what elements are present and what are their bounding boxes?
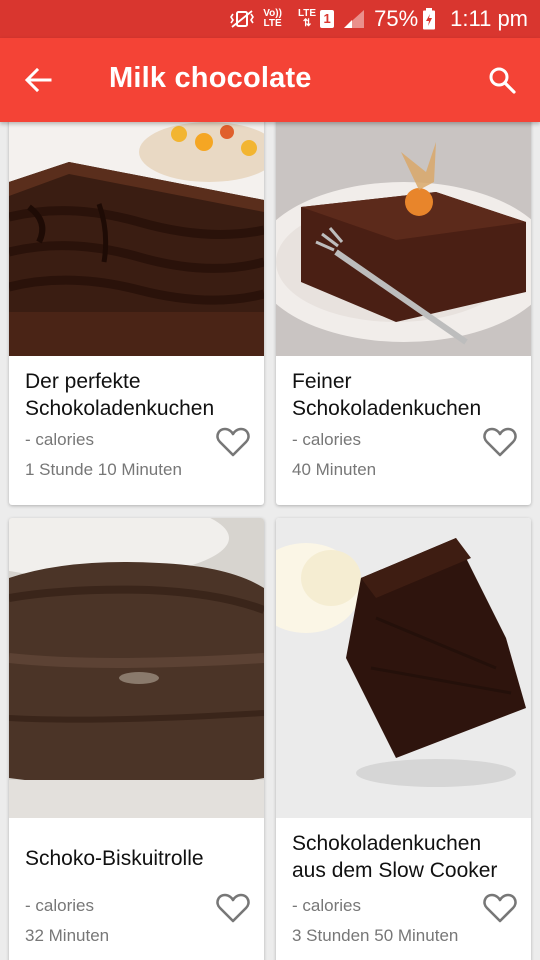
recipe-time: 40 Minuten: [292, 460, 377, 479]
recipe-card[interactable]: Feiner Schokoladenkuchen - calories 40 M…: [276, 122, 531, 505]
signal-icon: [342, 9, 366, 29]
recipe-calories: - calories: [292, 430, 361, 449]
recipe-card[interactable]: Der perfekte Schokoladenkuchen - calorie…: [9, 122, 264, 505]
favorite-heart-icon[interactable]: [216, 892, 250, 924]
recipe-title: Schoko-Biskuitrolle: [25, 847, 204, 870]
favorite-heart-icon[interactable]: [483, 892, 517, 924]
recipe-card[interactable]: Schokoladenkuchen aus dem Slow Cooker - …: [276, 518, 531, 960]
recipe-calories: - calories: [25, 896, 94, 915]
page-title: Milk chocolate: [109, 62, 312, 94]
volte-indicator: Vo)) LTE: [263, 8, 282, 29]
recipe-title: Der perfekte Schokoladenkuchen: [25, 370, 215, 420]
favorite-heart-icon[interactable]: [216, 426, 250, 458]
recipe-title: Schokoladenkuchen aus dem Slow Cooker: [292, 832, 498, 882]
recipe-image-slow-cooker: [276, 518, 531, 818]
status-bar: Vo)) LTE LTE ⇅ 1 75% 1:11 pm: [0, 0, 540, 38]
battery-percent: 75%: [374, 6, 419, 31]
recipe-card[interactable]: Schoko-Biskuitrolle - calories 32 Minute…: [9, 518, 264, 960]
recipe-image-fine-cake: [276, 122, 531, 356]
recipe-calories: - calories: [292, 896, 361, 915]
recipe-time: 1 Stunde 10 Minuten: [25, 460, 182, 479]
favorite-heart-icon[interactable]: [483, 426, 517, 458]
recipe-calories: - calories: [25, 430, 94, 449]
recipe-image-roll: [9, 518, 264, 818]
back-button[interactable]: [18, 60, 58, 100]
arrow-back-icon: [24, 68, 52, 92]
search-icon: [489, 67, 516, 94]
vibrate-icon: [229, 9, 255, 29]
recipe-grid: Der perfekte Schokoladenkuchen - calorie…: [0, 122, 540, 960]
recipe-title: Feiner Schokoladenkuchen: [292, 370, 482, 420]
recipe-time: 32 Minuten: [25, 926, 110, 945]
sim-indicator: 1: [320, 10, 335, 28]
lte-data-indicator: LTE ⇅: [297, 8, 317, 29]
recipe-image-layer-cake: [9, 122, 264, 356]
search-button[interactable]: [482, 60, 522, 100]
app-bar: Milk chocolate: [0, 38, 540, 122]
battery-charging-icon: [422, 8, 436, 30]
clock: 1:11 pm: [450, 6, 528, 31]
recipe-time: 3 Stunden 50 Minuten: [292, 926, 459, 945]
